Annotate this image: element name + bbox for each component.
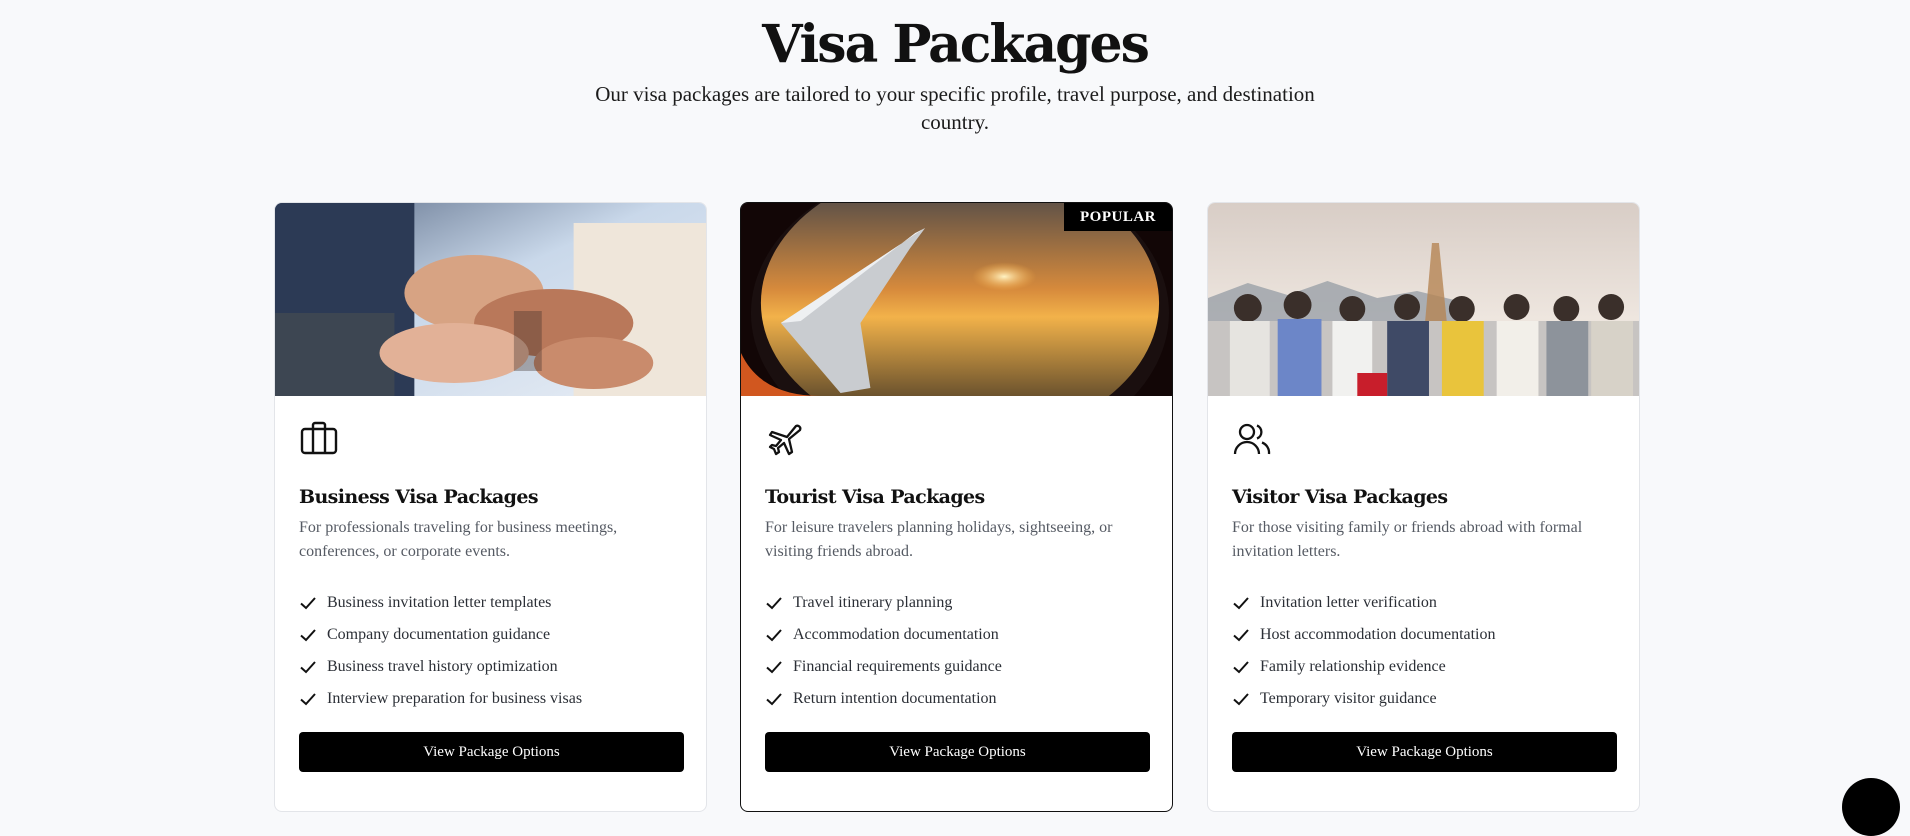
- feature-item: Host accommodation documentation: [1232, 619, 1496, 651]
- popular-badge: POPULAR: [1064, 203, 1172, 231]
- check-icon: [300, 661, 316, 674]
- feature-item: Company documentation guidance: [299, 619, 582, 651]
- card-title: Tourist Visa Packages: [765, 486, 985, 508]
- business-visa-card: Business Visa Packages For professionals…: [274, 202, 707, 812]
- page-subtitle: Our visa packages are tailored to your s…: [595, 82, 1315, 134]
- tourist-visa-card: POPULAR Tourist Visa Packages For leisur…: [740, 202, 1173, 812]
- feature-item: Temporary visitor guidance: [1232, 683, 1496, 715]
- card-description: For those visiting family or friends abr…: [1232, 519, 1583, 560]
- users-icon: [1233, 423, 1271, 455]
- check-icon: [1233, 661, 1249, 674]
- feature-item: Accommodation documentation: [765, 619, 1002, 651]
- feature-item: Family relationship evidence: [1232, 651, 1496, 683]
- check-icon: [766, 693, 782, 706]
- feature-item: Travel itinerary planning: [765, 587, 1002, 619]
- view-package-options-button[interactable]: View Package Options: [765, 732, 1150, 772]
- page-title: Visa Packages: [762, 14, 1150, 75]
- check-icon: [766, 629, 782, 642]
- check-icon: [300, 693, 316, 706]
- chat-launcher-button[interactable]: [1842, 778, 1900, 836]
- check-icon: [766, 597, 782, 610]
- view-package-options-button[interactable]: View Package Options: [299, 732, 684, 772]
- feature-item: Business travel history optimization: [299, 651, 582, 683]
- card-title: Visitor Visa Packages: [1232, 486, 1448, 508]
- feature-item: Return intention documentation: [765, 683, 1002, 715]
- feature-item: Invitation letter verification: [1232, 587, 1496, 619]
- card-description: For professionals traveling for business…: [299, 519, 618, 560]
- feature-item: Business invitation letter templates: [299, 587, 582, 619]
- check-icon: [766, 661, 782, 674]
- feature-list: Business invitation letter templates Com…: [299, 587, 582, 715]
- plane-icon: [768, 424, 802, 456]
- feature-list: Travel itinerary planning Accommodation …: [765, 587, 1002, 715]
- check-icon: [1233, 629, 1249, 642]
- feature-list: Invitation letter verification Host acco…: [1232, 587, 1496, 715]
- briefcase-icon: [300, 421, 338, 455]
- check-icon: [1233, 693, 1249, 706]
- feature-item: Financial requirements guidance: [765, 651, 1002, 683]
- card-description: For leisure travelers planning holidays,…: [765, 519, 1113, 560]
- airplane-window-sunset-image: [741, 203, 1172, 396]
- check-icon: [300, 629, 316, 642]
- view-package-options-button[interactable]: View Package Options: [1232, 732, 1617, 772]
- check-icon: [300, 597, 316, 610]
- business-team-hands-image: [275, 203, 706, 396]
- check-icon: [1233, 597, 1249, 610]
- card-title: Business Visa Packages: [299, 486, 539, 508]
- friends-group-seaside-image: [1208, 203, 1639, 396]
- feature-item: Interview preparation for business visas: [299, 683, 582, 715]
- visitor-visa-card: Visitor Visa Packages For those visiting…: [1207, 202, 1640, 812]
